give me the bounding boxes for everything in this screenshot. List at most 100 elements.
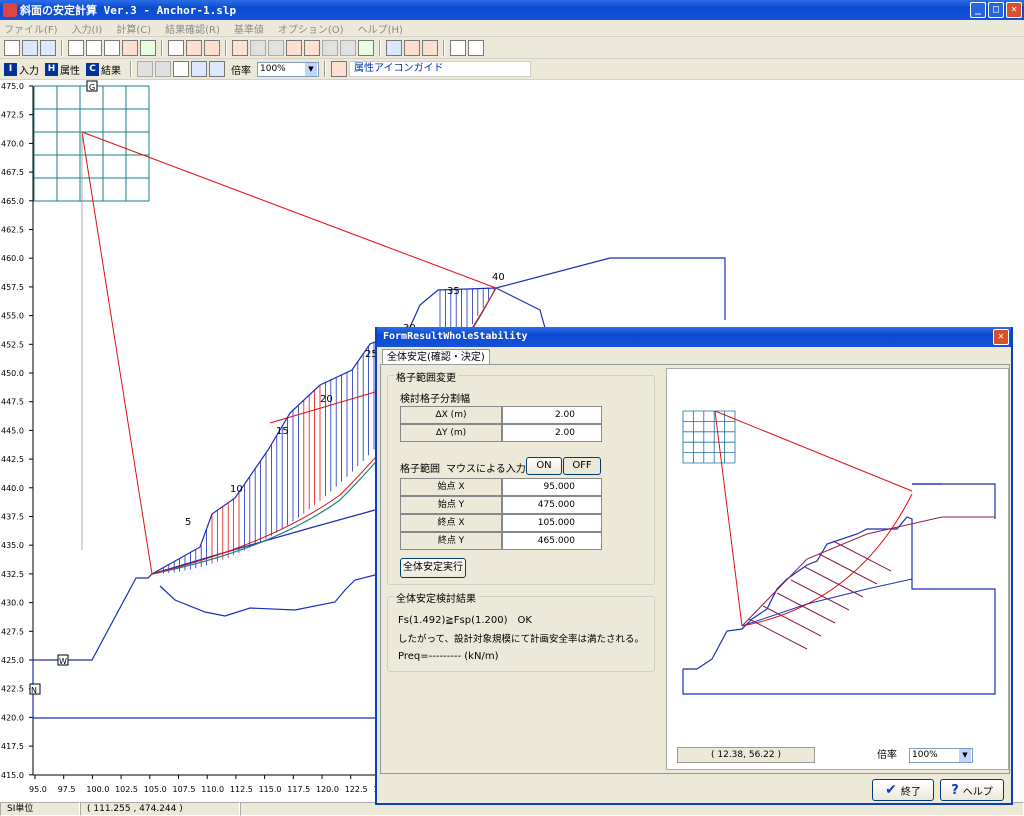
finish-button[interactable]: ✔ 終了	[872, 779, 934, 801]
y-tick-label: 437.5	[1, 513, 24, 522]
preview-panel[interactable]: ( 12.38, 56.22 ) 倍率 100%	[666, 368, 1009, 770]
x-tick-label: 115.0	[259, 785, 282, 794]
report-icon[interactable]	[104, 40, 120, 56]
zoom-fit-icon[interactable]	[173, 61, 189, 77]
x-tick-label: 122.5	[345, 785, 368, 794]
app-icon	[3, 3, 17, 17]
y-tick-label: 415.0	[1, 771, 24, 780]
slope-water-icon[interactable]	[304, 40, 320, 56]
start-y-label: 始点 Y	[400, 496, 502, 514]
anchor-icon[interactable]	[186, 40, 202, 56]
input-mode-button[interactable]: I 入力	[4, 62, 39, 77]
fs-result-text: Fs(1.492)≧Fsp(1.200) OK	[398, 615, 532, 626]
main-toolbar	[0, 38, 1024, 59]
save-icon[interactable]	[40, 40, 56, 56]
y-tick-label: 425.0	[1, 656, 24, 665]
preview-anchor	[832, 540, 892, 572]
open-folder-icon[interactable]	[22, 40, 38, 56]
slope-icon[interactable]	[204, 40, 220, 56]
y-tick-label: 475.0	[1, 82, 24, 91]
zoom-label: 倍率	[231, 65, 251, 77]
dialog-title: FormResultWholeStability	[383, 331, 528, 342]
menu-standard[interactable]: 基準値	[234, 21, 264, 36]
preview-drawing[interactable]	[667, 369, 1008, 743]
help-button[interactable]: ? ヘルプ	[940, 779, 1004, 801]
zoom-select[interactable]: 100%	[257, 61, 319, 77]
result-mode-button[interactable]: C 結果	[86, 62, 121, 77]
layer-boundary-line	[159, 574, 376, 617]
run-stability-button[interactable]: 全体安定実行	[400, 558, 466, 578]
slice-number: 35	[447, 286, 460, 297]
menu-result[interactable]: 結果確認(R)	[165, 21, 220, 36]
slope-draw-icon[interactable]	[232, 40, 248, 56]
select-icon[interactable]	[137, 61, 153, 77]
y-axis: 475.0 472.5 470.0 467.5 465.0 462.5 460.0 457.5…	[1, 82, 33, 780]
attr-mode-button[interactable]: H 属性	[45, 62, 80, 77]
preview-zoom-select[interactable]: 100%	[909, 748, 973, 763]
mouse-on-button[interactable]: ON	[526, 457, 562, 475]
mouse-input-label: マウスによる入力	[446, 464, 526, 475]
menu-file[interactable]: ファイル(F)	[4, 21, 58, 36]
calculator-icon[interactable]	[168, 40, 184, 56]
toolbar-separator	[225, 40, 227, 56]
node-link-icon[interactable]	[386, 40, 402, 56]
zoom-in-icon[interactable]	[191, 61, 207, 77]
slope-layer-icon[interactable]	[286, 40, 302, 56]
print-setup-icon[interactable]	[86, 40, 102, 56]
zoom-out-icon[interactable]	[209, 61, 225, 77]
preview-anchor	[790, 579, 850, 611]
help-icon[interactable]	[450, 40, 466, 56]
dx-label: ΔX (m)	[400, 406, 502, 424]
print-icon[interactable]	[122, 40, 138, 56]
export-icon[interactable]	[140, 40, 156, 56]
preview-icon[interactable]	[68, 40, 84, 56]
x-tick-label: 117.5	[287, 785, 310, 794]
mouse-off-button[interactable]: OFF	[563, 457, 601, 475]
toolbar-separator	[161, 40, 163, 56]
new-file-icon[interactable]	[4, 40, 20, 56]
x-tick-label: 95.0	[29, 785, 47, 794]
dialog-close-button[interactable]: ✕	[993, 329, 1009, 345]
grid-edit-icon[interactable]	[340, 40, 356, 56]
x-tick-label: 97.5	[58, 785, 76, 794]
preview-anchors	[748, 540, 892, 650]
dialog-titlebar: FormResultWholeStability ✕	[377, 327, 1011, 347]
hand-icon[interactable]	[155, 61, 171, 77]
end-y-input[interactable]: 465.000	[502, 532, 602, 550]
end-x-input[interactable]: 105.000	[502, 514, 602, 532]
grid-icon[interactable]	[322, 40, 338, 56]
start-x-label: 始点 X	[400, 478, 502, 496]
slope-edit-icon[interactable]	[250, 40, 266, 56]
x-tick-label: 102.5	[115, 785, 138, 794]
grid-result-icon[interactable]	[358, 40, 374, 56]
help-question-icon: ?	[951, 782, 959, 798]
search-grid	[33, 85, 150, 202]
slice-number: 10	[230, 484, 243, 495]
about-icon[interactable]	[468, 40, 484, 56]
dx-input[interactable]: 2.00	[502, 406, 602, 424]
y-tick-label: 427.5	[1, 627, 24, 636]
start-x-input[interactable]: 95.000	[502, 478, 602, 496]
attr-guide-icon[interactable]	[331, 61, 347, 77]
window-title: 斜面の安定計算 Ver.3 - Anchor-1.slp	[20, 4, 237, 17]
close-button[interactable]: ✕	[1006, 2, 1022, 18]
menu-calc[interactable]: 計算(C)	[116, 21, 151, 36]
radius-line-right	[81, 131, 497, 289]
table-icon[interactable]	[404, 40, 420, 56]
slope-move-icon[interactable]	[268, 40, 284, 56]
dy-input[interactable]: 2.00	[502, 424, 602, 442]
y-tick-label: 440.0	[1, 484, 24, 493]
menu-help[interactable]: ヘルプ(H)	[358, 21, 403, 36]
grid-group-title: 格子範囲変更	[394, 369, 458, 384]
preq-text: Preq=--------- (kN/m)	[398, 651, 499, 662]
unit-status: SI単位	[0, 802, 80, 816]
lock-icon[interactable]	[422, 40, 438, 56]
minimize-button[interactable]: _	[970, 2, 986, 18]
preview-zoom-label: 倍率	[877, 750, 897, 761]
y-tick-label: 442.5	[1, 455, 24, 464]
menu-option[interactable]: オプション(O)	[278, 21, 344, 36]
menu-input[interactable]: 入力(I)	[72, 21, 103, 36]
maximize-button[interactable]: □	[988, 2, 1004, 18]
start-y-input[interactable]: 475.000	[502, 496, 602, 514]
tab-whole-stability[interactable]: 全体安定(確認・決定)	[382, 349, 490, 365]
